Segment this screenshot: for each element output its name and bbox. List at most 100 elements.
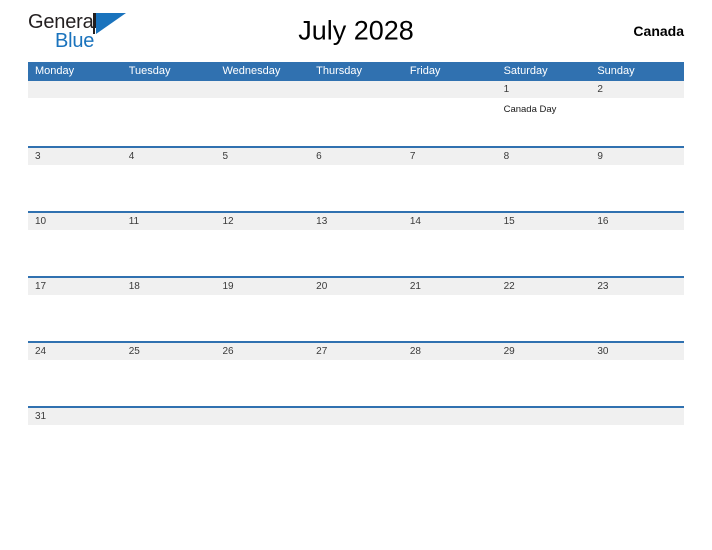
day-cell-7[interactable]: 7 xyxy=(403,148,497,211)
day-number: 4 xyxy=(128,151,135,162)
day-cell-10[interactable]: 10 xyxy=(28,213,122,276)
day-cell-empty xyxy=(590,408,684,471)
calendar-week-row: 24 25 26 27 28 29 30 xyxy=(28,341,684,406)
day-number: 30 xyxy=(597,346,609,357)
day-cell-19[interactable]: 19 xyxy=(215,278,309,341)
day-number: 9 xyxy=(597,151,603,162)
day-number: 2 xyxy=(597,84,603,95)
weekday-header-wednesday: Wednesday xyxy=(222,65,281,77)
day-number: 7 xyxy=(409,151,416,162)
calendar-week-row: 17 18 19 20 21 22 23 xyxy=(28,276,684,341)
day-number: 20 xyxy=(316,281,328,292)
day-events: Canada Day xyxy=(504,103,591,116)
day-cell-empty xyxy=(403,81,497,146)
week-cells: 24 25 26 27 28 29 30 xyxy=(28,343,684,406)
day-number: 25 xyxy=(128,346,140,357)
day-number: 28 xyxy=(409,346,421,357)
day-number: 17 xyxy=(35,281,47,292)
day-cell-9[interactable]: 9 xyxy=(590,148,684,211)
day-number: 3 xyxy=(35,151,41,162)
generalblue-logo[interactable]: General Blue xyxy=(28,11,126,57)
day-number: 18 xyxy=(128,281,140,292)
day-cell-17[interactable]: 17 xyxy=(28,278,122,341)
day-cell-30[interactable]: 30 xyxy=(590,343,684,406)
day-cell-22[interactable]: 22 xyxy=(497,278,591,341)
day-cell-1[interactable]: 1 Canada Day xyxy=(497,81,591,146)
day-cell-empty xyxy=(215,81,309,146)
day-number: 14 xyxy=(409,216,421,227)
day-number: 12 xyxy=(222,216,234,227)
day-cell-3[interactable]: 3 xyxy=(28,148,122,211)
calendar-grid: Monday Tuesday Wednesday Thursday Friday Satu… xyxy=(28,62,684,471)
day-number: 1 xyxy=(503,84,510,95)
day-cell-13[interactable]: 13 xyxy=(309,213,403,276)
page-header: General Blue July 2028 Canada xyxy=(0,0,712,62)
day-number: 23 xyxy=(597,281,609,292)
day-cell-empty xyxy=(309,408,403,471)
day-number: 27 xyxy=(316,346,328,357)
calendar-page: General Blue July 2028 Canada Monday Tues… xyxy=(0,0,712,550)
weekday-header-saturday: Saturday xyxy=(503,65,548,77)
country-label: Canada xyxy=(633,23,684,39)
day-cell-15[interactable]: 15 xyxy=(497,213,591,276)
week-cells: 17 18 19 20 21 22 23 xyxy=(28,278,684,341)
logo-triangle-icon xyxy=(96,13,126,34)
weekday-header-thursday: Thursday xyxy=(316,65,363,77)
day-number: 29 xyxy=(503,346,515,357)
week-cells: 3 4 5 6 7 8 9 xyxy=(28,148,684,211)
calendar-week-row: 3 4 5 6 7 8 9 xyxy=(28,146,684,211)
day-number: 31 xyxy=(35,411,47,422)
calendar-weeks: 1 Canada Day 2 3 4 5 6 7 8 9 10 11 12 13 14 15 16 17 18 19 2… xyxy=(28,81,684,471)
day-cell-21[interactable]: 21 xyxy=(403,278,497,341)
day-number: 24 xyxy=(35,346,47,357)
week-cells: 10 11 12 13 14 15 16 xyxy=(28,213,684,276)
day-number: 26 xyxy=(222,346,234,357)
day-number: 5 xyxy=(222,151,228,162)
day-number: 21 xyxy=(409,281,421,292)
day-cell-25[interactable]: 25 xyxy=(122,343,216,406)
day-cell-empty xyxy=(403,408,497,471)
day-number: 13 xyxy=(316,216,328,227)
day-number: 19 xyxy=(222,281,234,292)
day-cell-5[interactable]: 5 xyxy=(215,148,309,211)
week-cells: 1 Canada Day 2 xyxy=(28,81,684,146)
day-cell-empty xyxy=(215,408,309,471)
weekday-header-monday: Monday xyxy=(35,65,75,77)
day-number: 16 xyxy=(597,216,609,227)
weekday-header-tuesday: Tuesday xyxy=(128,65,171,77)
holiday-label: Canada Day xyxy=(503,104,557,115)
logo-text-blue: Blue xyxy=(55,30,95,52)
weekday-header-friday: Friday xyxy=(409,65,441,77)
day-number: 11 xyxy=(128,216,140,227)
day-cell-29[interactable]: 29 xyxy=(497,343,591,406)
day-cell-31[interactable]: 31 xyxy=(28,408,122,471)
day-number: 6 xyxy=(316,151,322,162)
day-cell-empty xyxy=(28,81,122,146)
day-cell-24[interactable]: 24 xyxy=(28,343,122,406)
day-cell-empty xyxy=(122,408,216,471)
day-cell-8[interactable]: 8 xyxy=(497,148,591,211)
calendar-week-row: 31 xyxy=(28,406,684,471)
day-cell-empty xyxy=(309,81,403,146)
day-cell-20[interactable]: 20 xyxy=(309,278,403,341)
day-number: 8 xyxy=(503,151,510,162)
day-cell-2[interactable]: 2 xyxy=(590,81,684,146)
day-cell-16[interactable]: 16 xyxy=(590,213,684,276)
day-number: 10 xyxy=(35,216,47,227)
day-cell-6[interactable]: 6 xyxy=(309,148,403,211)
day-cell-18[interactable]: 18 xyxy=(122,278,216,341)
day-cell-4[interactable]: 4 xyxy=(122,148,216,211)
day-number: 15 xyxy=(503,216,515,227)
day-cell-empty xyxy=(497,408,591,471)
day-cell-28[interactable]: 28 xyxy=(403,343,497,406)
day-cell-12[interactable]: 12 xyxy=(215,213,309,276)
weekday-header-sunday: Sunday xyxy=(597,65,635,77)
week-cells: 31 xyxy=(28,408,684,471)
day-cell-27[interactable]: 27 xyxy=(309,343,403,406)
day-cell-23[interactable]: 23 xyxy=(590,278,684,341)
day-cell-14[interactable]: 14 xyxy=(403,213,497,276)
day-cell-26[interactable]: 26 xyxy=(215,343,309,406)
day-cell-11[interactable]: 11 xyxy=(122,213,216,276)
calendar-week-row: 1 Canada Day 2 xyxy=(28,81,684,146)
weekday-header-row: Monday Tuesday Wednesday Thursday Friday Satu… xyxy=(28,62,684,81)
